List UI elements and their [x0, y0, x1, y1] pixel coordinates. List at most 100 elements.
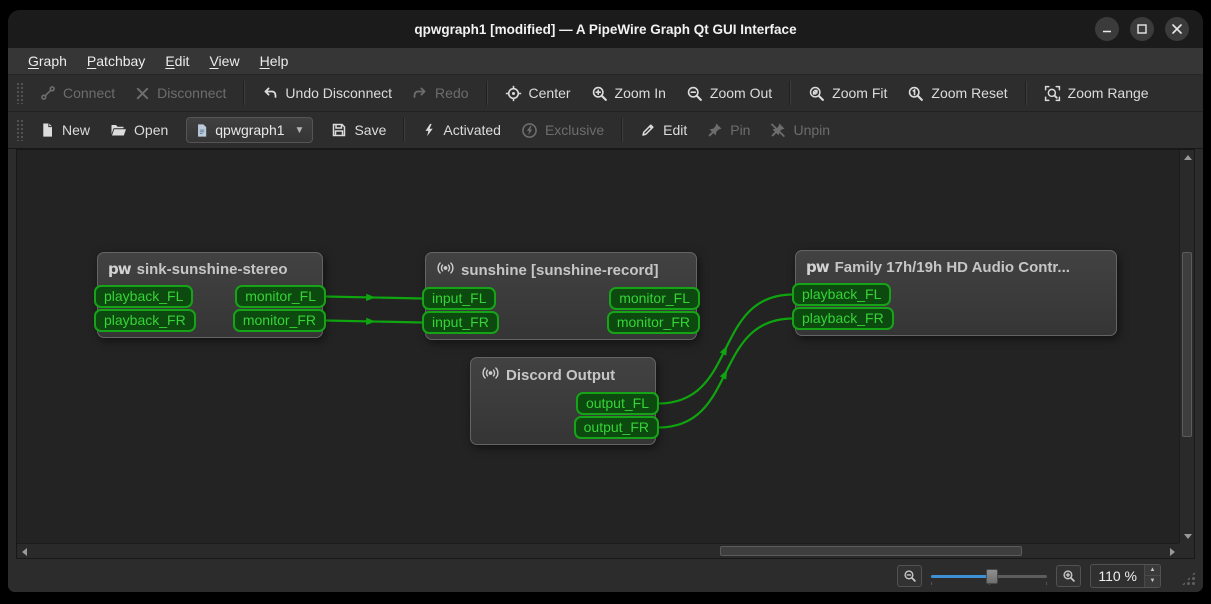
minimize-icon: [1103, 30, 1111, 33]
connect-button[interactable]: Connect: [30, 79, 125, 107]
menu-view[interactable]: View: [199, 50, 249, 72]
edit-pencil-icon: [642, 124, 654, 136]
center-button[interactable]: Center: [495, 79, 581, 108]
unpin-icon: [771, 123, 786, 137]
menu-patchbay[interactable]: Patchbay: [77, 50, 155, 72]
zoom-out-button[interactable]: Zoom Out: [676, 79, 782, 108]
horizontal-scrollbar-thumb[interactable]: [720, 546, 1023, 556]
zoom-spinbox[interactable]: 110 % ▲ ▼: [1090, 563, 1161, 588]
port-playback_FL[interactable]: playback_FL: [94, 285, 194, 308]
connections-layer: [324, 293, 794, 429]
activated-button[interactable]: Activated: [412, 116, 511, 144]
zoom-fit-button[interactable]: Zoom Fit: [798, 79, 897, 108]
close-icon: [1172, 24, 1182, 34]
scroll-up-button[interactable]: [1180, 150, 1195, 164]
zoom-reset-icon: [909, 86, 924, 101]
port-output_FL[interactable]: output_FL: [575, 392, 659, 415]
node-sunshine[interactable]: sunshine [sunshine-record] input_FLmonito…: [422, 252, 700, 340]
titlebar[interactable]: qpwgraph1 [modified] — A PipeWire Graph …: [8, 10, 1203, 48]
scroll-left-button[interactable]: [17, 544, 31, 559]
connection: [324, 295, 424, 300]
toolbar-separator: [1024, 81, 1027, 105]
app-window: qpwgraph1 [modified] — A PipeWire Graph …: [8, 10, 1203, 592]
zoom-range-button[interactable]: Zoom Range: [1034, 79, 1159, 108]
new-button[interactable]: New: [30, 116, 100, 144]
redo-button[interactable]: Redo: [402, 79, 478, 107]
pin-button[interactable]: Pin: [697, 116, 760, 144]
spin-up-button[interactable]: ▲: [1145, 564, 1160, 576]
node-sink[interactable]: pw sink-sunshine-stereo playback_FLmonitor…: [94, 252, 326, 338]
zoom-fit-icon: [809, 86, 825, 101]
connection-arrow: [719, 345, 728, 356]
graph-canvas[interactable]: pw sink-sunshine-stereo playback_FL monitor…: [17, 150, 1179, 543]
edit-button[interactable]: Edit: [630, 116, 697, 144]
disconnect-button[interactable]: Disconnect: [125, 79, 236, 107]
port-playback_FR[interactable]: playback_FR: [94, 309, 196, 332]
statusbar-zoom-in-button[interactable]: [1056, 564, 1082, 587]
port-output_FR[interactable]: output_FR: [573, 416, 659, 439]
triangle-right-icon: [1169, 547, 1175, 556]
spin-down-button[interactable]: ▼: [1145, 575, 1160, 587]
node-header[interactable]: pw Family 17h/19h HD Audio Contr...: [796, 251, 1116, 282]
node-title: Family 17h/19h HD Audio Contr...: [834, 258, 1070, 276]
toolbar-separator: [621, 118, 624, 142]
toolbar-drag-handle[interactable]: [16, 119, 24, 141]
zoom-slider-fill: [931, 574, 992, 578]
menu-help[interactable]: Help: [250, 50, 299, 72]
port-input_FL[interactable]: input_FL: [422, 287, 497, 310]
node-header[interactable]: pw sink-sunshine-stereo: [98, 253, 322, 284]
node-discord[interactable]: Discord Output output_FL output_FR: [470, 357, 659, 445]
menu-graph[interactable]: Graph: [18, 50, 77, 72]
redo-icon: [413, 87, 426, 98]
zoom-in-button[interactable]: Zoom In: [581, 79, 676, 108]
exclusive-button[interactable]: Exclusive: [511, 116, 614, 145]
chevron-down-icon: ▼: [294, 124, 305, 136]
node-header[interactable]: sunshine [sunshine-record]: [426, 253, 696, 286]
port-playback_FR[interactable]: playback_FR: [792, 307, 894, 330]
port-monitor_FR[interactable]: monitor_FR: [232, 309, 326, 332]
new-file-icon: [43, 123, 52, 137]
statusbar-zoom-out-button[interactable]: [897, 564, 923, 587]
port-input_FR[interactable]: input_FR: [422, 311, 499, 334]
port-monitor_FR[interactable]: monitor_FR: [606, 311, 700, 334]
patchbay-profile-combobox[interactable]: qpwgraph1 ▼: [186, 117, 314, 143]
menu-edit[interactable]: Edit: [155, 50, 199, 72]
zoom-range-icon: [1044, 85, 1060, 101]
open-folder-icon: [111, 125, 127, 136]
port-playback_FL[interactable]: playback_FL: [792, 283, 892, 306]
spinbox-arrows: ▲ ▼: [1144, 564, 1160, 587]
scroll-right-button[interactable]: [1165, 544, 1179, 559]
port-monitor_FL[interactable]: monitor_FL: [235, 285, 326, 308]
zoom-slider[interactable]: [931, 567, 1048, 585]
disconnect-icon: [136, 87, 149, 99]
horizontal-scrollbar[interactable]: [17, 543, 1179, 558]
patchbay-toolbar: New Open qpwgraph1 ▼ Save Activated Excl…: [8, 112, 1203, 149]
node-family[interactable]: pw Family 17h/19h HD Audio Contr... playba…: [792, 250, 1117, 336]
unpin-button[interactable]: Unpin: [760, 116, 840, 144]
window-resize-grip[interactable]: [1181, 571, 1196, 586]
maximize-button[interactable]: [1130, 17, 1154, 41]
activated-bolt-icon: [425, 123, 434, 137]
slider-tick: [1046, 581, 1048, 585]
scroll-down-button[interactable]: [1180, 529, 1195, 543]
open-button[interactable]: Open: [100, 116, 178, 144]
vertical-scrollbar[interactable]: [1179, 150, 1194, 543]
toolbar-separator: [485, 81, 488, 105]
undo-disconnect-button[interactable]: Undo Disconnect: [252, 79, 402, 107]
close-button[interactable]: [1165, 17, 1189, 41]
statusbar: 110 % ▲ ▼: [8, 559, 1203, 592]
connection-arrow: [719, 369, 728, 380]
patchbay-file-icon: [198, 123, 207, 137]
zoom-out-icon: [904, 569, 916, 582]
node-header[interactable]: Discord Output: [471, 358, 655, 391]
port-monitor_FL[interactable]: monitor_FL: [609, 287, 700, 310]
save-button[interactable]: Save: [321, 116, 396, 144]
minimize-button[interactable]: [1095, 17, 1119, 41]
graph-frame: pw sink-sunshine-stereo playback_FL monitor…: [16, 149, 1195, 559]
center-icon: [505, 85, 521, 101]
zoom-slider-handle[interactable]: [985, 568, 998, 584]
save-icon: [333, 123, 346, 137]
toolbar-drag-handle[interactable]: [16, 82, 24, 104]
vertical-scrollbar-thumb[interactable]: [1182, 252, 1192, 437]
zoom-reset-button[interactable]: Zoom Reset: [897, 79, 1017, 108]
